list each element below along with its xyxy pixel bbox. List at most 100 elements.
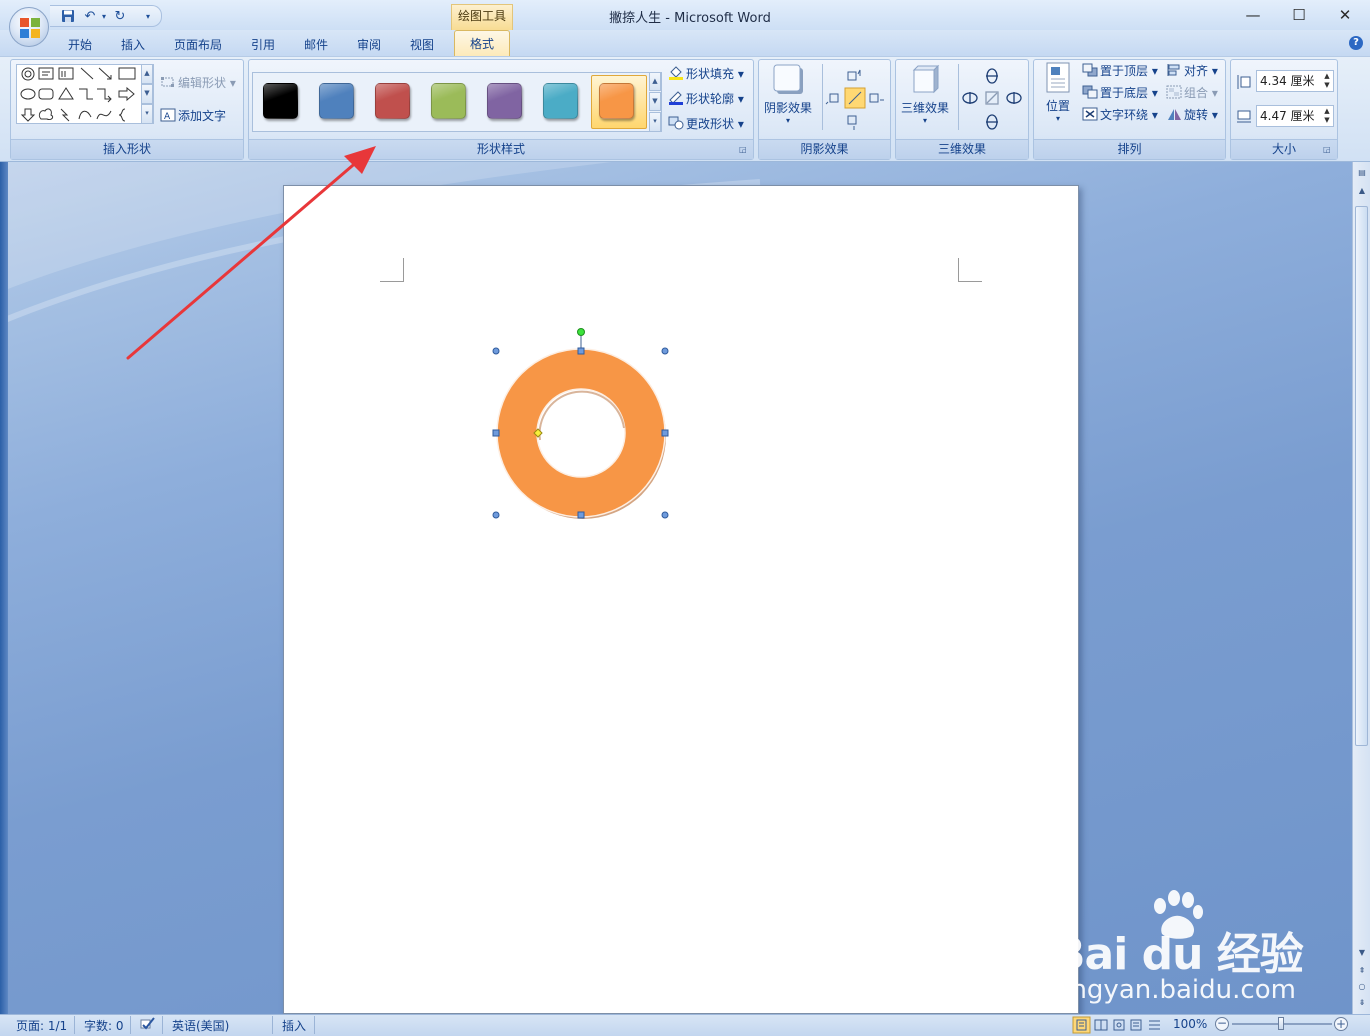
zoom-level[interactable]: 100% [1173, 1017, 1207, 1031]
previous-page-button[interactable]: ⇞ [1355, 964, 1369, 978]
maximize-button[interactable]: ☐ [1284, 5, 1314, 25]
office-button[interactable] [9, 7, 49, 47]
zoom-slider-thumb[interactable] [1278, 1017, 1284, 1030]
shadow-effects-button[interactable]: 阴影效果 ▾ [762, 62, 814, 132]
height-spin-icon[interactable]: ▲ ▼ [1323, 72, 1331, 90]
vertical-scrollbar[interactable]: ▤ ▲ ▼ ⇞ ○ ⇟ [1352, 162, 1370, 1014]
shape-styles-launcher-icon[interactable]: ◲ [739, 145, 749, 155]
minimize-button[interactable]: — [1238, 5, 1268, 25]
group-button[interactable]: 组合 ▾ [1166, 84, 1218, 102]
window-title: 撇捺人生 - Microsoft Word [609, 11, 771, 26]
donut-shape[interactable] [488, 324, 678, 526]
style-swatch-7[interactable] [599, 83, 634, 119]
style-swatch-6[interactable] [543, 83, 578, 119]
view-buttons[interactable] [1072, 1016, 1166, 1034]
style-swatch-2[interactable] [319, 83, 354, 119]
align-label: 对齐 [1184, 64, 1209, 78]
styles-scroll-up[interactable]: ▲ [649, 72, 661, 91]
position-page-icon [1046, 62, 1070, 93]
tab-format[interactable]: 格式 [454, 30, 510, 58]
tab-page-layout[interactable]: 页面布局 [174, 36, 222, 53]
3d-tilt-icons[interactable] [958, 64, 1026, 134]
shapes-scroll-down[interactable]: ▼ [141, 84, 153, 104]
style-swatch-3[interactable] [375, 83, 410, 119]
position-button[interactable]: 位置 ▾ [1038, 62, 1078, 132]
shape-fill-button[interactable]: 形状填充 ▾ [668, 65, 744, 83]
donut-ring [496, 348, 666, 518]
redo-icon[interactable]: ↻ [112, 9, 128, 25]
rotation-handle[interactable] [577, 328, 585, 336]
rotate-label: 旋转 [1184, 108, 1209, 122]
scrollbar-thumb[interactable] [1355, 206, 1368, 746]
shape-outline-button[interactable]: 形状轮廓 ▾ [668, 90, 744, 108]
add-text-button[interactable]: A 添加文字 [160, 107, 226, 125]
rotate-button[interactable]: 旋转 ▾ [1166, 106, 1218, 124]
change-shape-label: 更改形状 [686, 117, 735, 131]
browse-object-button[interactable]: ○ [1355, 980, 1369, 994]
group-label-size: 大小 [1231, 139, 1337, 159]
document-page[interactable] [283, 185, 1079, 1014]
shape-height-input[interactable]: 4.34 厘米 ▲ ▼ [1256, 70, 1334, 92]
styles-scroll-down[interactable]: ▼ [649, 92, 661, 111]
style-swatch-1[interactable] [263, 83, 298, 119]
close-button[interactable]: ✕ [1330, 5, 1360, 25]
paint-bucket-icon [669, 66, 683, 80]
edit-shape-button[interactable]: 编辑形状 ▾ [160, 74, 236, 92]
send-to-back-icon [1082, 85, 1098, 99]
styles-more[interactable]: ▾ [649, 112, 661, 132]
align-button[interactable]: 对齐 ▾ [1166, 62, 1218, 80]
style-swatch-5[interactable] [487, 83, 522, 119]
pen-outline-icon [669, 91, 683, 105]
status-word-count[interactable]: 字数: 0 [84, 1017, 124, 1034]
tab-insert[interactable]: 插入 [121, 36, 145, 53]
width-spin-icon[interactable]: ▲ ▼ [1323, 107, 1331, 125]
help-icon[interactable]: ? [1349, 36, 1363, 50]
undo-dropdown-icon[interactable]: ▾ [96, 9, 112, 25]
save-icon[interactable] [60, 9, 76, 25]
tab-mailings[interactable]: 邮件 [304, 36, 328, 53]
size-launcher-icon[interactable]: ◲ [1323, 145, 1333, 155]
next-page-button[interactable]: ⇟ [1355, 996, 1369, 1010]
scroll-down-button[interactable]: ▼ [1355, 946, 1369, 960]
scroll-up-button[interactable]: ▲ [1355, 184, 1369, 198]
ruler-toggle-icon[interactable]: ▤ [1355, 166, 1369, 180]
zoom-in-button[interactable]: + [1334, 1017, 1348, 1031]
shapes-scroll-up[interactable]: ▲ [141, 64, 153, 84]
shapes-more[interactable]: ▾ [141, 104, 153, 124]
handle-bottom-right[interactable] [661, 511, 669, 519]
handle-bottom-left[interactable] [492, 511, 500, 519]
status-separator [272, 1016, 273, 1034]
bring-to-front-button[interactable]: 置于顶层 ▾ [1082, 62, 1158, 80]
tab-view[interactable]: 视图 [410, 36, 434, 53]
office-logo-icon [20, 18, 40, 38]
add-text-label: 添加文字 [178, 109, 227, 123]
3d-effects-label: 三维效果 [900, 101, 949, 115]
send-to-back-label: 置于底层 [1100, 86, 1149, 100]
status-insert-mode[interactable]: 插入 [282, 1017, 306, 1034]
tab-references[interactable]: 引用 [251, 36, 275, 53]
proofing-check-icon[interactable] [138, 1016, 156, 1032]
handle-right[interactable] [661, 429, 669, 437]
zoom-out-button[interactable]: − [1215, 1017, 1229, 1031]
height-icon [1237, 75, 1251, 89]
tab-review[interactable]: 审阅 [357, 36, 381, 53]
handle-top[interactable] [577, 347, 585, 355]
handle-top-left[interactable] [492, 347, 500, 355]
customize-qat-icon[interactable]: ▾ [140, 9, 156, 25]
tab-home[interactable]: 开始 [68, 36, 92, 53]
handle-left[interactable] [492, 429, 500, 437]
width-icon [1237, 110, 1251, 123]
shapes-gallery[interactable]: ▲ ▼ ▾ [16, 64, 154, 124]
change-shape-button[interactable]: 更改形状 ▾ [668, 115, 744, 133]
style-swatch-4[interactable] [431, 83, 466, 119]
text-wrap-button[interactable]: 文字环绕 ▾ [1082, 106, 1158, 124]
shape-width-input[interactable]: 4.47 厘米 ▲ ▼ [1256, 105, 1334, 127]
handle-bottom[interactable] [577, 511, 585, 519]
status-page[interactable]: 页面: 1/1 [16, 1017, 67, 1034]
paw-logo-icon [1154, 890, 1203, 939]
send-to-back-button[interactable]: 置于底层 ▾ [1082, 84, 1158, 102]
shadow-nudge-icons[interactable] [822, 64, 888, 134]
handle-top-right[interactable] [661, 347, 669, 355]
status-language[interactable]: 英语(美国) [172, 1017, 229, 1034]
3d-effects-button[interactable]: 三维效果 ▾ [898, 62, 952, 132]
